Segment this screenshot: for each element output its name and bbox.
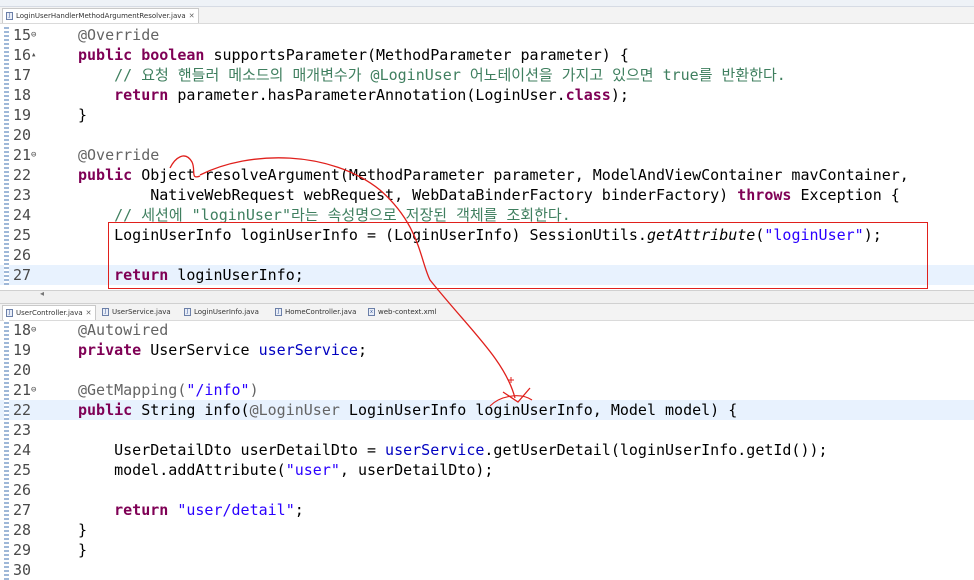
annotation-arrowhead <box>502 387 531 403</box>
annotation-arrow <box>169 155 533 407</box>
annotation-curve-stroke <box>199 157 516 399</box>
annotation-underline-stroke <box>169 155 201 178</box>
